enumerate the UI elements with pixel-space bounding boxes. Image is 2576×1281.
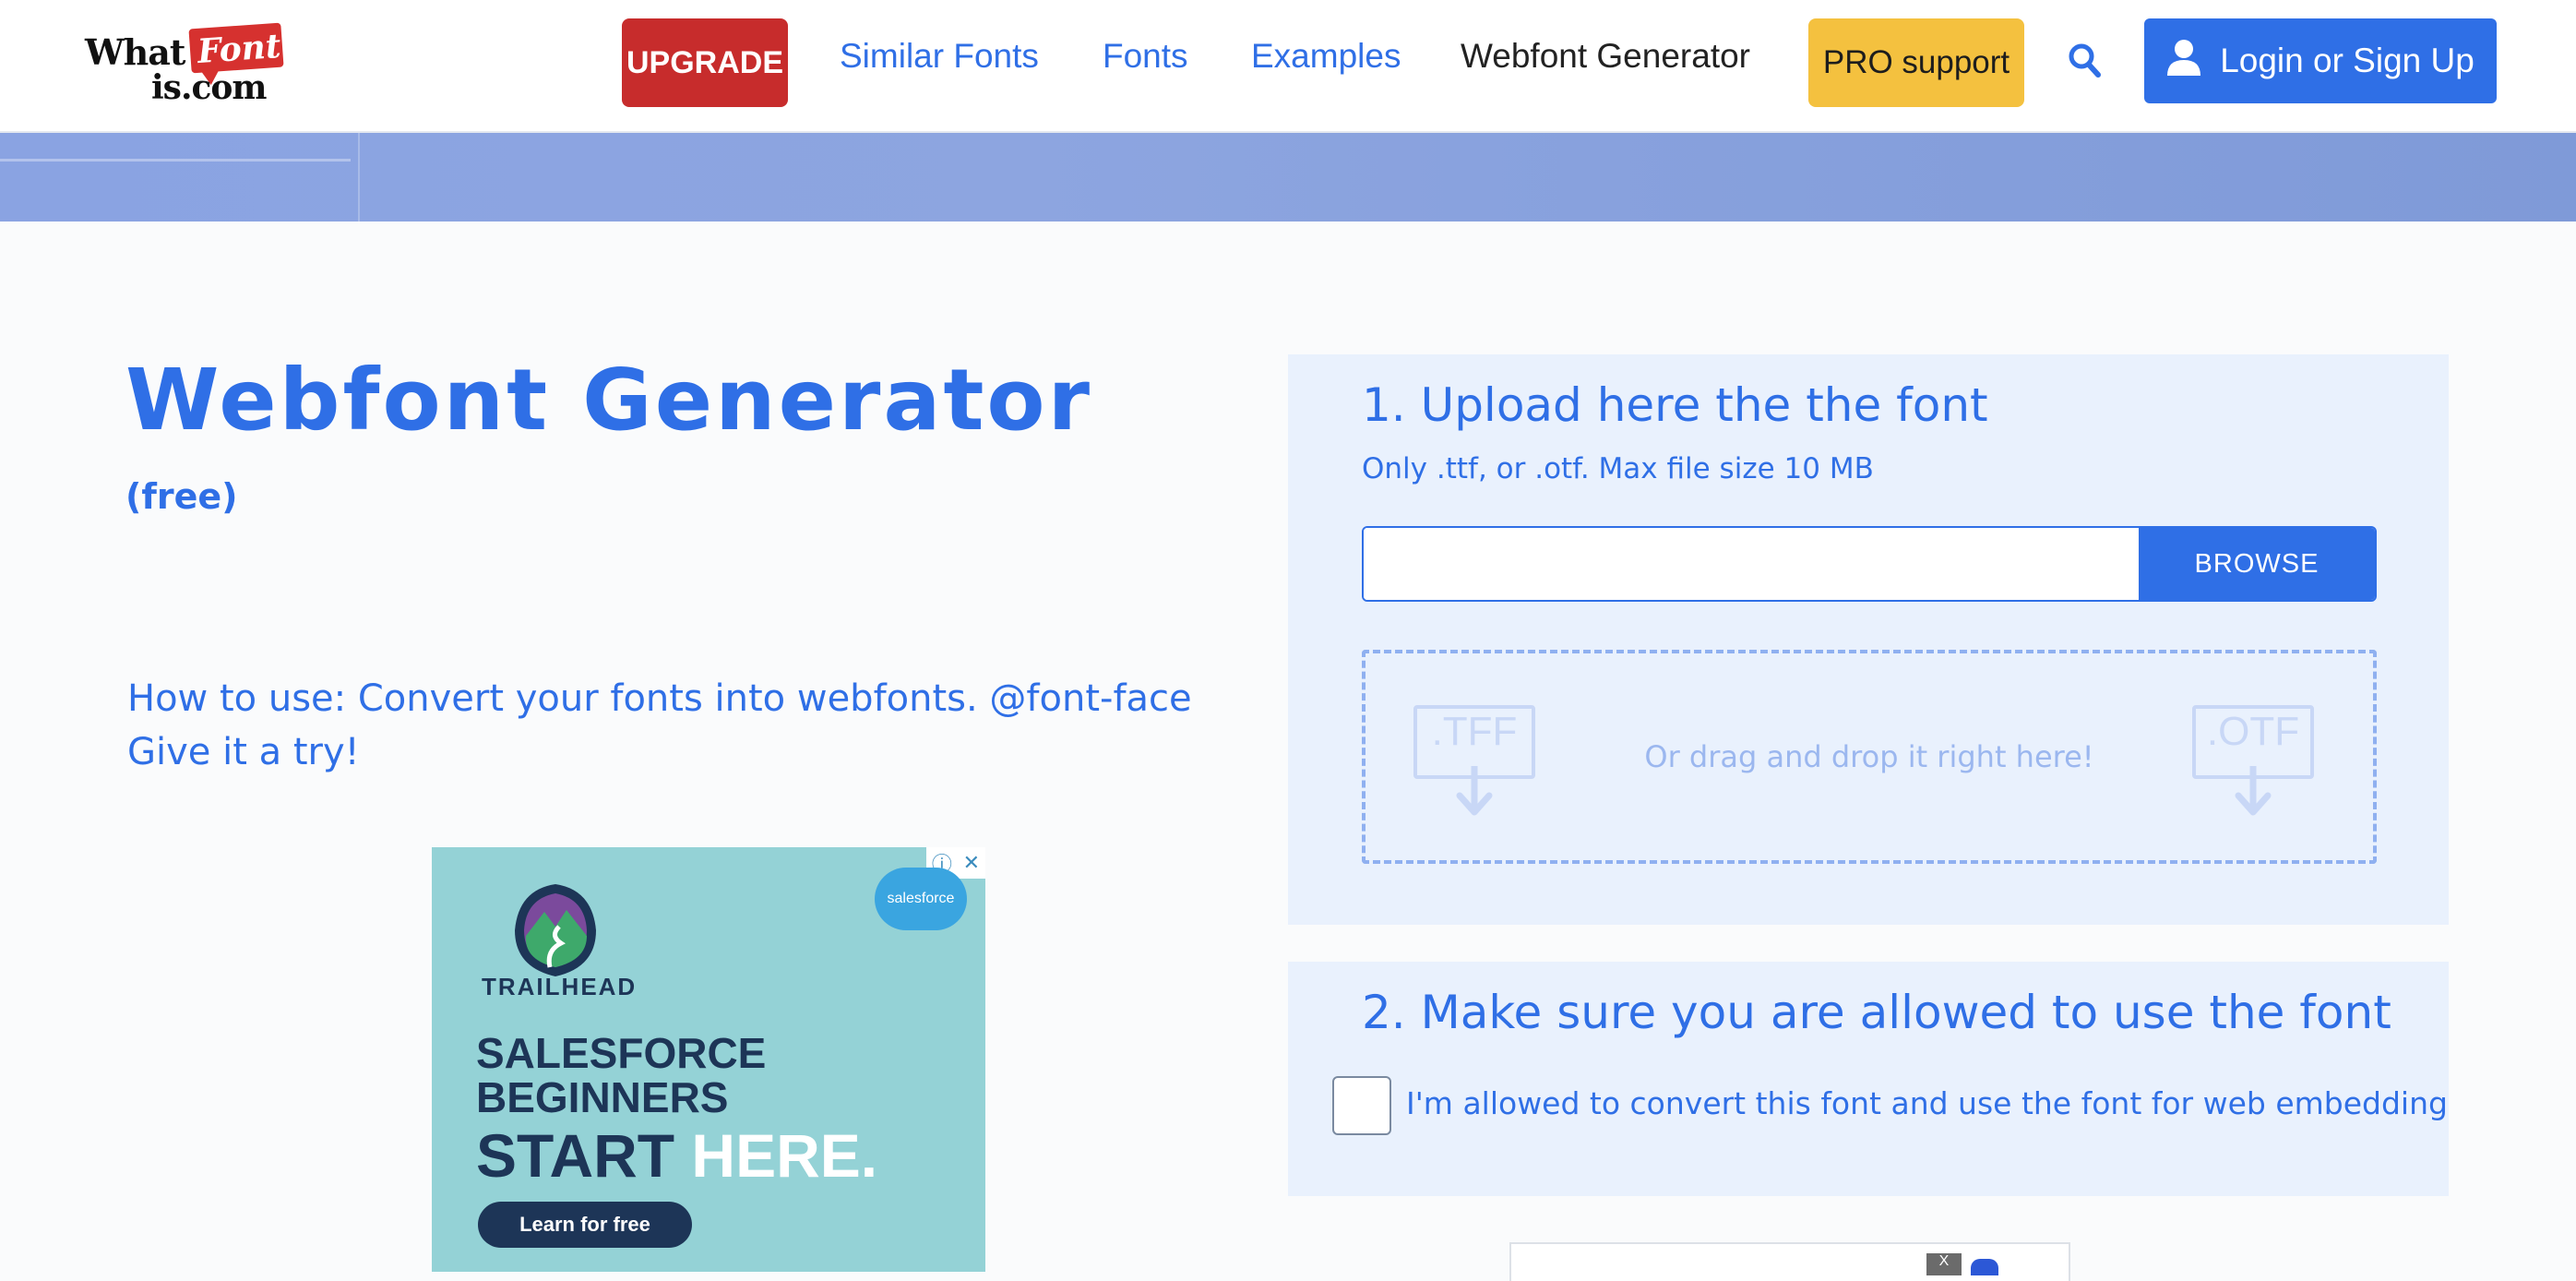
permission-panel: 2. Make sure you are allowed to use the … xyxy=(1288,962,2449,1196)
search-icon[interactable] xyxy=(2067,41,2104,81)
free-label: (free) xyxy=(125,476,238,517)
upload-panel: 1. Upload here the the font Only .ttf, o… xyxy=(1288,354,2449,925)
whatfontis-logo[interactable]: What Font is.com xyxy=(81,22,303,114)
trailhead-badge-icon xyxy=(509,880,602,982)
upgrade-button[interactable]: UPGRADE xyxy=(622,18,788,107)
site-header: What Font is.com UPGRADE Similar Fonts F… xyxy=(0,0,2576,133)
login-label: Login or Sign Up xyxy=(2220,42,2475,79)
file-path-input[interactable] xyxy=(1364,528,2137,600)
how-to-line-2: Give it a try! xyxy=(127,731,360,773)
ad-headline-2: BEGINNERS xyxy=(476,1073,729,1121)
hero-banner xyxy=(0,133,2576,221)
upload-subtitle: Only .ttf, or .otf. Max file size 10 MB xyxy=(1362,452,1874,485)
how-to-line-1: How to use: Convert your fonts into webf… xyxy=(127,677,1192,720)
ad2-close-icon[interactable]: X xyxy=(1926,1253,1962,1275)
nav-examples[interactable]: Examples xyxy=(1251,37,1401,76)
salesforce-logo-text: salesforce xyxy=(887,891,955,906)
nav-webfont-generator[interactable]: Webfont Generator xyxy=(1461,37,1750,76)
nav-similar-fonts[interactable]: Similar Fonts xyxy=(840,37,1039,76)
drop-zone[interactable]: .TFF Or drag and drop it right here! .OT… xyxy=(1362,650,2377,864)
advertisement[interactable]: ⓘ ✕ salesforce TRAILHEAD SALESFORCE BEGI… xyxy=(432,847,985,1272)
banner-line xyxy=(0,159,351,162)
upload-title: 1. Upload here the the font xyxy=(1362,378,1988,432)
nav-fonts[interactable]: Fonts xyxy=(1103,37,1188,76)
permission-checkbox-label[interactable]: I'm allowed to convert this font and use… xyxy=(1406,1085,2448,1121)
ad-here-text: HERE. xyxy=(691,1121,878,1190)
otf-label: .OTF xyxy=(2206,709,2300,754)
download-arrow-icon xyxy=(2235,766,2272,816)
advertisement-2[interactable]: X xyxy=(1509,1242,2070,1281)
ad-headline-1: SALESFORCE xyxy=(476,1029,767,1077)
salesforce-logo: salesforce xyxy=(875,868,967,930)
ad-learn-button[interactable]: Learn for free xyxy=(478,1202,692,1248)
permission-checkbox[interactable] xyxy=(1332,1076,1391,1135)
login-signup-button[interactable]: Login or Sign Up xyxy=(2144,18,2497,103)
file-upload-field: BROWSE xyxy=(1362,526,2377,602)
ad-headline-3: START HERE. xyxy=(476,1120,877,1191)
ad-trailhead-text: TRAILHEAD xyxy=(482,973,638,1000)
browse-button[interactable]: BROWSE xyxy=(2139,528,2375,600)
pro-support-button[interactable]: PRO support xyxy=(1808,18,2024,107)
logo-is: is.com xyxy=(151,68,267,107)
permission-title: 2. Make sure you are allowed to use the … xyxy=(1362,986,2391,1039)
user-icon xyxy=(2166,39,2201,84)
ad2-logo-icon xyxy=(1971,1259,1998,1275)
otf-file-icon: .OTF xyxy=(2192,705,2318,829)
page-title: Webfont Generator xyxy=(125,351,1092,449)
logo-what: What xyxy=(85,31,185,73)
banner-decoration xyxy=(0,133,360,221)
logo-font: Font xyxy=(196,26,282,72)
how-to-text: How to use: Convert your fonts into webf… xyxy=(127,672,1262,779)
ad-close-icon[interactable]: ✕ xyxy=(963,852,980,875)
ad-start-text: START xyxy=(476,1121,692,1190)
